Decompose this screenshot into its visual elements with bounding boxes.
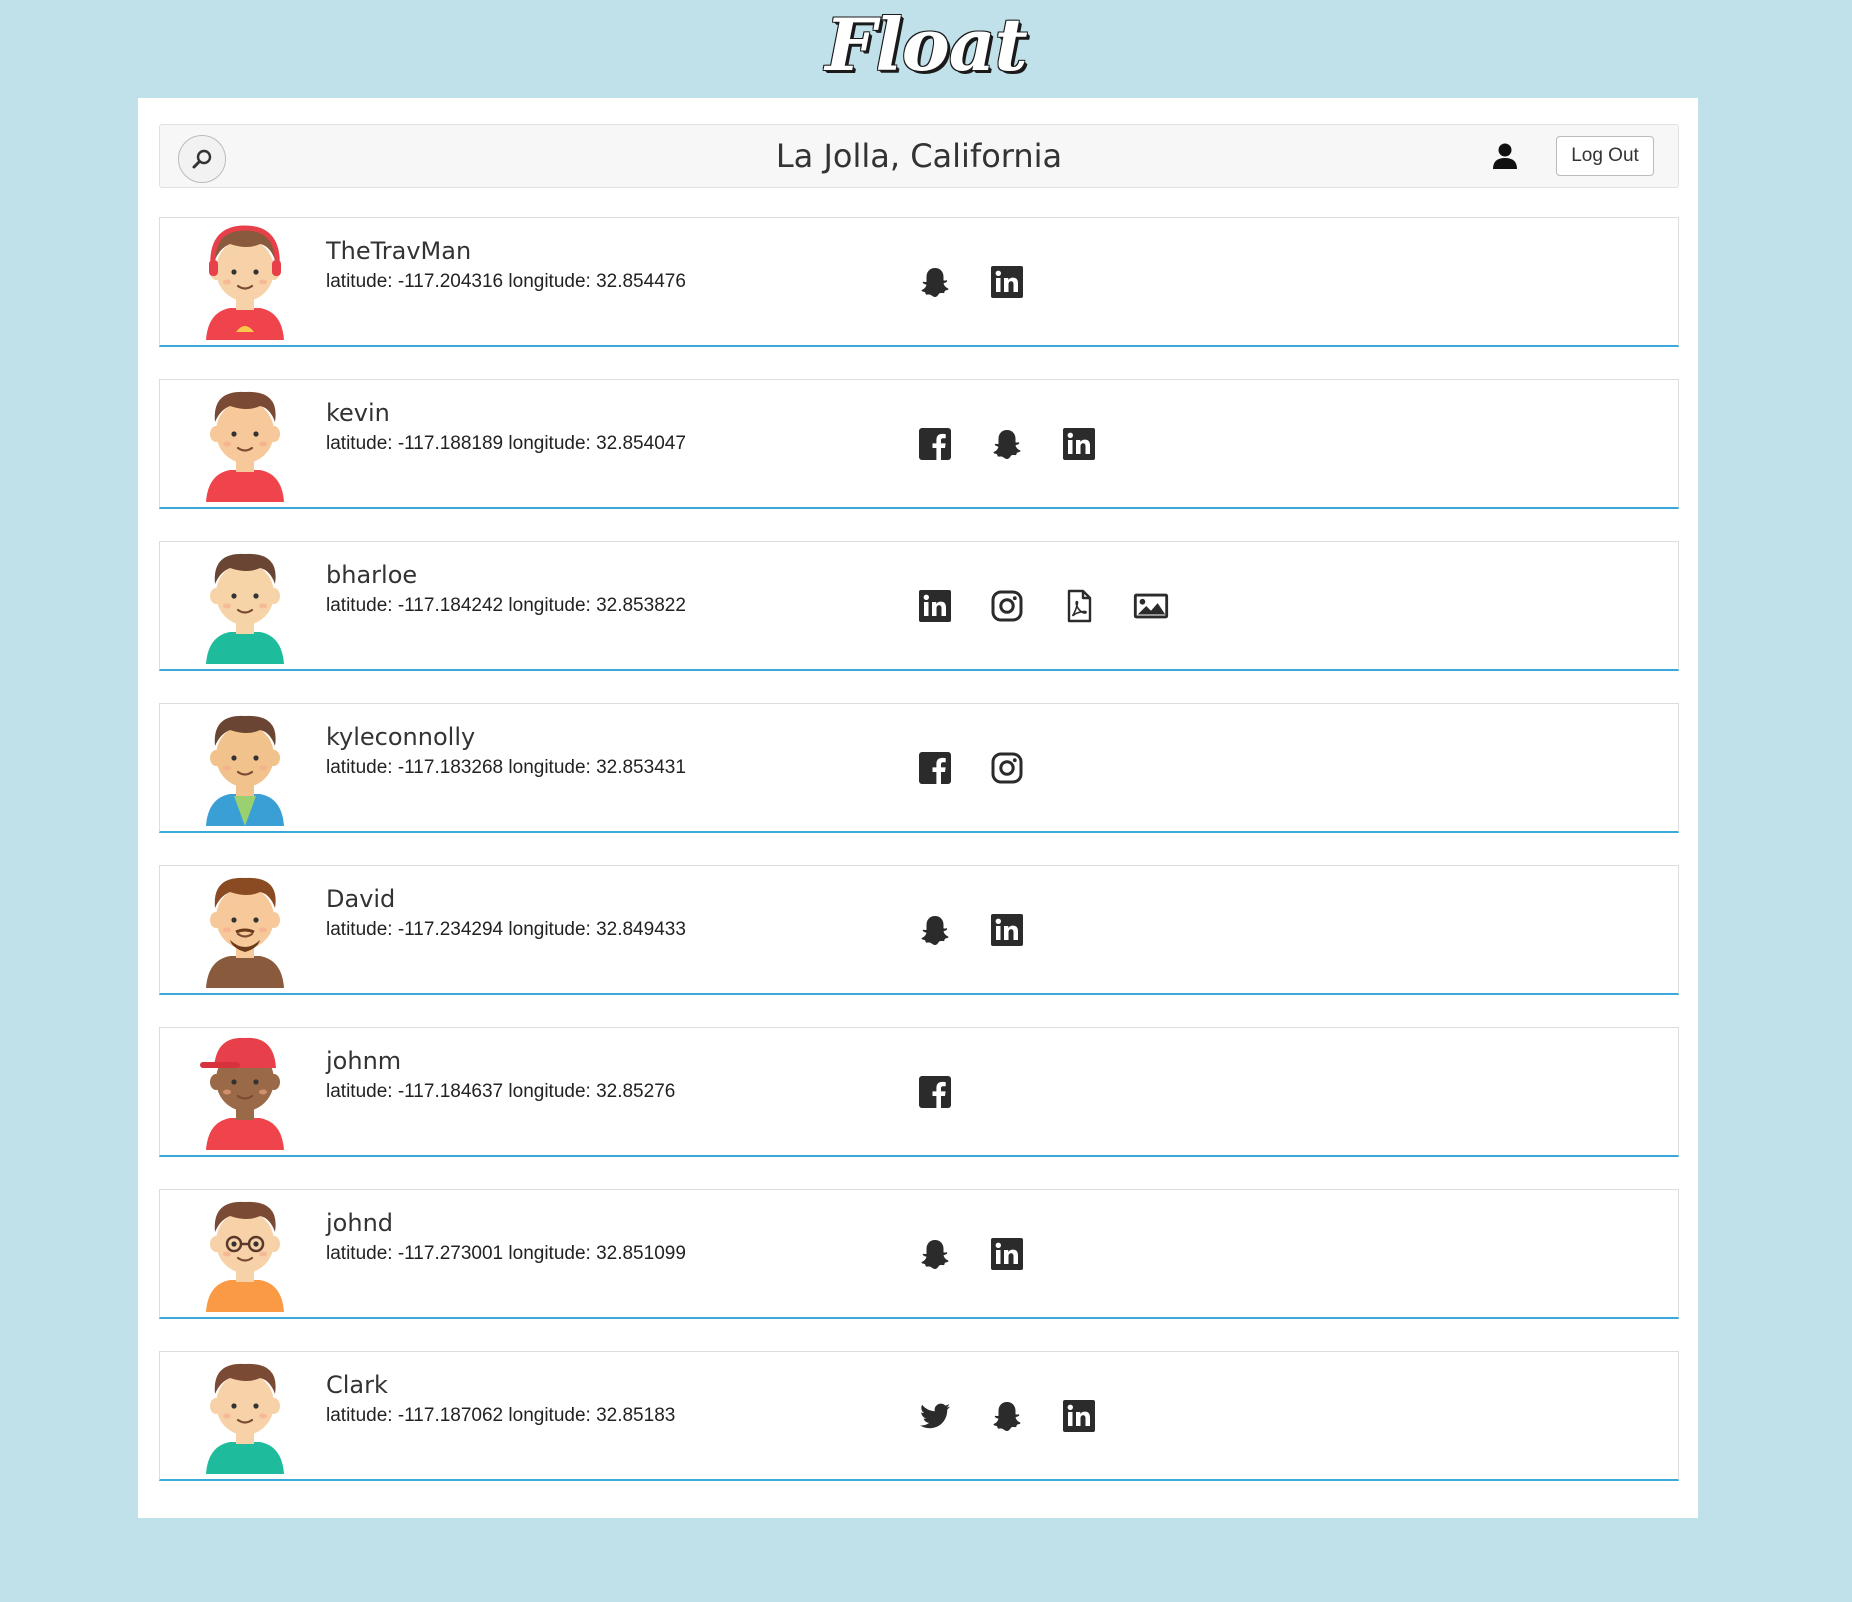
user-card[interactable]: Clark latitude: -117.187062 longitude: 32…: [159, 1351, 1679, 1481]
avatar: [200, 1354, 290, 1476]
search-icon: [192, 149, 212, 169]
user-card[interactable]: kevin latitude: -117.188189 longitude: 32…: [159, 379, 1679, 509]
user-card[interactable]: David latitude: -117.234294 longitude: 32…: [159, 865, 1679, 995]
social-links: [916, 584, 1204, 628]
user-icon[interactable]: [1490, 141, 1520, 171]
social-links: [916, 908, 1060, 952]
pdf-icon[interactable]: [1060, 587, 1098, 625]
facebook-icon[interactable]: [916, 1073, 954, 1111]
snapchat-icon[interactable]: [988, 425, 1026, 463]
linkedin-icon[interactable]: [916, 587, 954, 625]
user-card[interactable]: bharloe latitude: -117.184242 longitude: …: [159, 541, 1679, 671]
social-links: [916, 746, 1060, 790]
user-list: TheTravMan latitude: -117.204316 longitud…: [159, 217, 1679, 1513]
social-links: [916, 422, 1132, 466]
instagram-icon[interactable]: [988, 587, 1026, 625]
user-name: Clark: [326, 1371, 388, 1399]
linkedin-icon[interactable]: [988, 1235, 1026, 1273]
user-coordinates: latitude: -117.273001 longitude: 32.8510…: [326, 1243, 686, 1264]
user-name: kevin: [326, 399, 390, 427]
location-title: La Jolla, California: [775, 137, 1063, 175]
user-name: TheTravMan: [326, 237, 472, 265]
image-icon[interactable]: [1132, 587, 1170, 625]
linkedin-icon[interactable]: [1060, 1397, 1098, 1435]
main-panel: La Jolla, California Log Out TheTravMan l…: [138, 98, 1698, 1518]
avatar: [200, 1030, 290, 1152]
facebook-icon[interactable]: [916, 425, 954, 463]
snapchat-icon[interactable]: [988, 1397, 1026, 1435]
avatar: [200, 544, 290, 666]
user-name: johnd: [326, 1209, 394, 1237]
user-name: kyleconnolly: [326, 723, 476, 751]
social-links: [916, 1232, 1060, 1276]
user-card[interactable]: johnd latitude: -117.273001 longitude: 32…: [159, 1189, 1679, 1319]
avatar: [200, 1192, 290, 1314]
user-name: johnm: [326, 1047, 402, 1075]
facebook-icon[interactable]: [916, 749, 954, 787]
user-card[interactable]: johnm latitude: -117.184637 longitude: 32…: [159, 1027, 1679, 1157]
snapchat-icon[interactable]: [916, 263, 954, 301]
user-coordinates: latitude: -117.234294 longitude: 32.8494…: [326, 919, 686, 940]
social-links: [916, 1070, 988, 1114]
snapchat-icon[interactable]: [916, 911, 954, 949]
user-coordinates: latitude: -117.184242 longitude: 32.8538…: [326, 595, 686, 616]
user-name: David: [326, 885, 396, 913]
avatar: [200, 706, 290, 828]
search-button[interactable]: [178, 135, 226, 183]
location-navbar: La Jolla, California Log Out: [159, 124, 1679, 188]
avatar: [200, 868, 290, 990]
user-card[interactable]: TheTravMan latitude: -117.204316 longitud…: [159, 217, 1679, 347]
linkedin-icon[interactable]: [1060, 425, 1098, 463]
user-card[interactable]: kyleconnolly latitude: -117.183268 longit…: [159, 703, 1679, 833]
instagram-icon[interactable]: [988, 749, 1026, 787]
user-coordinates: latitude: -117.184637 longitude: 32.8527…: [326, 1081, 676, 1102]
user-coordinates: latitude: -117.188189 longitude: 32.8540…: [326, 433, 686, 454]
linkedin-icon[interactable]: [988, 263, 1026, 301]
user-coordinates: latitude: -117.183268 longitude: 32.8534…: [326, 757, 686, 778]
logout-button[interactable]: Log Out: [1556, 136, 1654, 176]
app-logo: Float: [825, 2, 1027, 87]
snapchat-icon[interactable]: [916, 1235, 954, 1273]
user-coordinates: latitude: -117.187062 longitude: 32.8518…: [326, 1405, 676, 1426]
user-name: bharloe: [326, 561, 418, 589]
social-links: [916, 260, 1060, 304]
user-coordinates: latitude: -117.204316 longitude: 32.8544…: [326, 271, 686, 292]
social-links: [916, 1394, 1132, 1438]
twitter-icon[interactable]: [916, 1397, 954, 1435]
avatar: [200, 220, 290, 342]
linkedin-icon[interactable]: [988, 911, 1026, 949]
avatar: [200, 382, 290, 504]
